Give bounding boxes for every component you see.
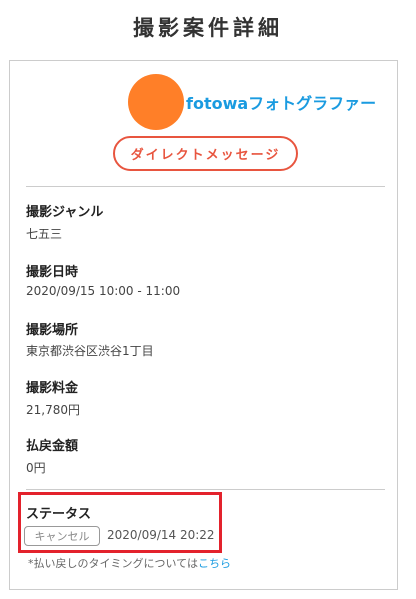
status-badge: キャンセル [24,526,100,546]
direct-message-button[interactable]: ダイレクトメッセージ [113,136,298,171]
photographer-profile: fotowaフォトグラファー [128,73,376,131]
fee-label: 撮影料金 [26,381,79,396]
location-label: 撮影場所 [26,323,79,338]
avatar[interactable] [128,74,184,130]
divider [26,489,385,490]
status-timestamp: 2020/09/14 20:22 [107,528,215,542]
job-detail-card: fotowaフォトグラファー ダイレクトメッセージ 撮影ジャンル 七五三 撮影日… [9,60,398,590]
status-label: ステータス [26,507,92,522]
refund-timing-note: *払い戻しのタイミングについてはこちら [28,555,231,571]
note-text: *払い戻しのタイミングについては [28,557,198,570]
datetime-label: 撮影日時 [26,265,79,280]
location-value: 東京都渋谷区渋谷1丁目 [26,344,154,358]
refund-timing-link[interactable]: こちら [198,557,231,570]
divider [26,186,385,187]
refund-value: 0円 [26,461,46,475]
genre-label: 撮影ジャンル [26,205,104,220]
datetime-value: 2020/09/15 10:00 - 11:00 [26,284,181,298]
fee-value: 21,780円 [26,403,80,417]
photographer-name-link[interactable]: fotowaフォトグラファー [186,90,376,114]
page-title: 撮影案件詳細 [133,16,283,40]
refund-label: 払戻金額 [26,439,79,454]
genre-value: 七五三 [26,227,63,241]
